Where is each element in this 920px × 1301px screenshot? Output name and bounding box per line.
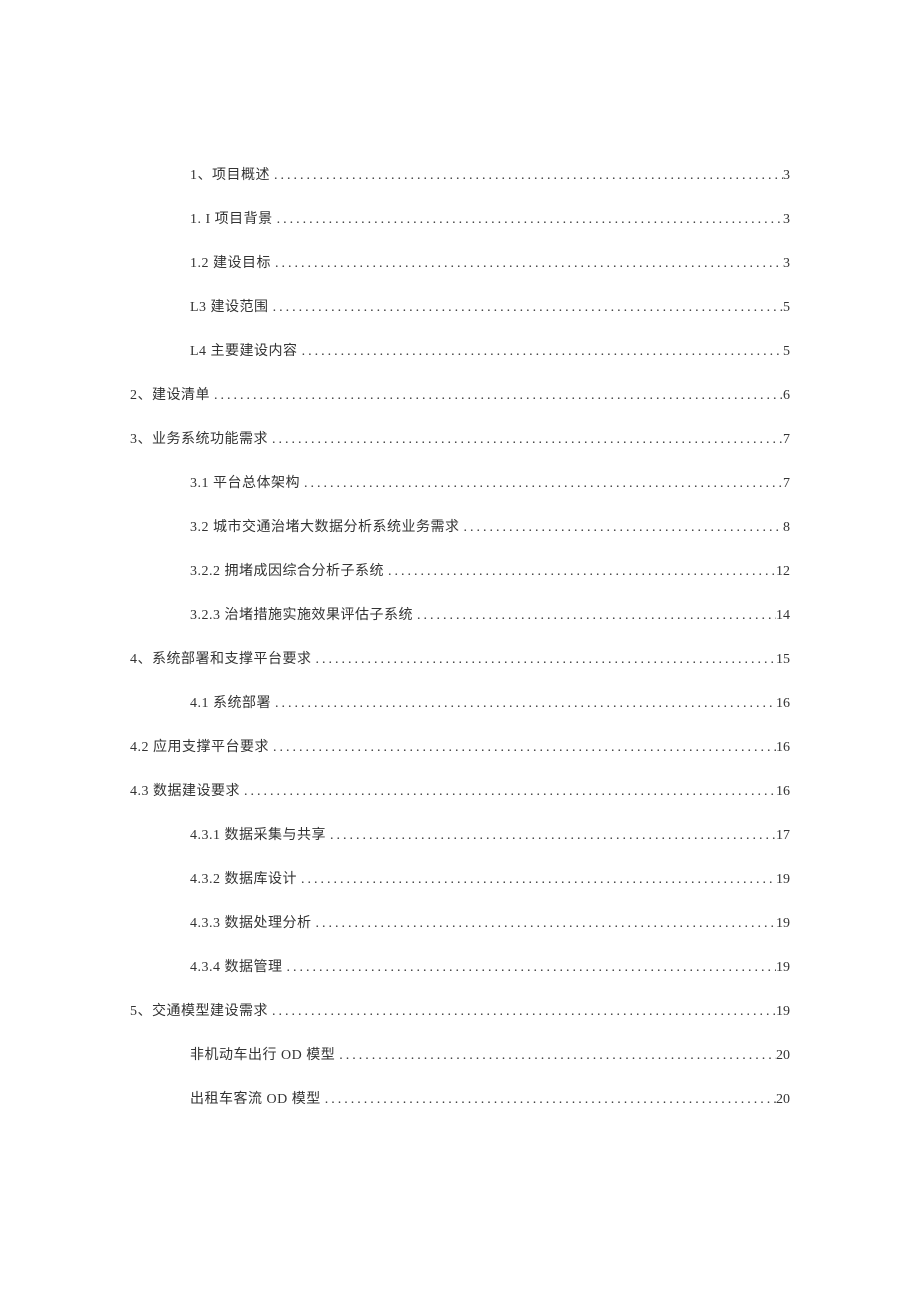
toc-entry: 1.2 建设目标 3	[130, 253, 790, 274]
table-of-contents: 1、项目概述31. I 项目背景31.2 建设目标3L3 建设范围5L4 主要建…	[130, 165, 790, 1110]
toc-leader-dots	[297, 869, 776, 890]
toc-entry-title: 2、建设清单	[130, 385, 210, 406]
toc-entry-title: 3、业务系统功能需求	[130, 429, 268, 450]
toc-entry-title: 3.2.3 治堵措施实施效果评估子系统	[190, 605, 413, 626]
toc-entry-page: 16	[776, 693, 790, 714]
toc-entry-page: 7	[783, 429, 790, 450]
toc-entry-title: 1. I 项目背景	[190, 209, 273, 230]
toc-entry-title: 3.2 城市交通治堵大数据分析系统业务需求	[190, 517, 460, 538]
toc-entry-title: 3.2.2 拥堵成因综合分析子系统	[190, 561, 384, 582]
toc-entry-page: 3	[783, 253, 790, 274]
toc-entry-page: 20	[776, 1045, 790, 1066]
toc-entry-page: 17	[776, 825, 790, 846]
toc-entry-page: 5	[783, 297, 790, 318]
toc-entry-page: 14	[776, 605, 790, 626]
toc-leader-dots	[384, 561, 776, 582]
toc-leader-dots	[326, 825, 776, 846]
toc-entry-page: 7	[783, 473, 790, 494]
toc-leader-dots	[335, 1045, 776, 1066]
toc-entry: 非机动车出行 OD 模型 20	[130, 1045, 790, 1066]
toc-leader-dots	[268, 1001, 776, 1022]
toc-leader-dots	[298, 341, 783, 362]
toc-entry-title: 5、交通模型建设需求	[130, 1001, 268, 1022]
toc-entry: 4.1 系统部署 16	[130, 693, 790, 714]
toc-leader-dots	[300, 473, 783, 494]
toc-leader-dots	[321, 1089, 776, 1110]
toc-entry-title: 4.3.2 数据库设计	[190, 869, 297, 890]
toc-entry-page: 3	[783, 165, 790, 186]
toc-entry: 3、业务系统功能需求 7	[130, 429, 790, 450]
toc-entry: 4.2 应用支撑平台要求 16	[130, 737, 790, 758]
toc-entry-page: 19	[776, 913, 790, 934]
toc-entry: 4.3 数据建设要求 16	[130, 781, 790, 802]
toc-entry: 2、建设清单 6	[130, 385, 790, 406]
toc-entry: 3.1 平台总体架构 7	[130, 473, 790, 494]
toc-entry: 3.2.2 拥堵成因综合分析子系统 12	[130, 561, 790, 582]
toc-leader-dots	[413, 605, 776, 626]
toc-entry-title: 4.3.1 数据采集与共享	[190, 825, 326, 846]
toc-leader-dots	[312, 649, 777, 670]
toc-leader-dots	[269, 297, 783, 318]
toc-entry-title: 出租车客流 OD 模型	[190, 1089, 321, 1110]
toc-entry-page: 20	[776, 1089, 790, 1110]
toc-leader-dots	[273, 209, 783, 230]
toc-entry-page: 12	[776, 561, 790, 582]
toc-entry-title: 1.2 建设目标	[190, 253, 271, 274]
toc-leader-dots	[210, 385, 783, 406]
toc-entry-page: 8	[783, 517, 790, 538]
toc-entry-page: 3	[783, 209, 790, 230]
toc-entry: 4.3.4 数据管理 19	[130, 957, 790, 978]
toc-leader-dots	[269, 737, 776, 758]
toc-entry-page: 19	[776, 869, 790, 890]
toc-leader-dots	[270, 165, 783, 186]
toc-leader-dots	[268, 429, 783, 450]
toc-entry-page: 19	[776, 957, 790, 978]
toc-entry: 1. I 项目背景 3	[130, 209, 790, 230]
toc-entry-title: 4.1 系统部署	[190, 693, 271, 714]
toc-entry: 1、项目概述 3	[130, 165, 790, 186]
toc-entry-title: 4.3.3 数据处理分析	[190, 913, 312, 934]
toc-entry: 出租车客流 OD 模型 20	[130, 1089, 790, 1110]
toc-entry-page: 19	[776, 1001, 790, 1022]
toc-leader-dots	[271, 253, 783, 274]
toc-entry: 4.3.3 数据处理分析 19	[130, 913, 790, 934]
toc-entry: 4.3.2 数据库设计 19	[130, 869, 790, 890]
toc-entry-title: 4.3 数据建设要求	[130, 781, 240, 802]
toc-entry-page: 6	[783, 385, 790, 406]
toc-entry: 5、交通模型建设需求 19	[130, 1001, 790, 1022]
toc-leader-dots	[283, 957, 777, 978]
toc-entry-title: 3.1 平台总体架构	[190, 473, 300, 494]
toc-entry-title: 1、项目概述	[190, 165, 270, 186]
toc-entry: 3.2.3 治堵措施实施效果评估子系统 14	[130, 605, 790, 626]
toc-entry: L3 建设范围 5	[130, 297, 790, 318]
toc-entry-title: L3 建设范围	[190, 297, 269, 318]
toc-entry-title: L4 主要建设内容	[190, 341, 298, 362]
toc-entry-page: 5	[783, 341, 790, 362]
toc-entry-title: 4、系统部署和支撑平台要求	[130, 649, 312, 670]
toc-entry-title: 4.3.4 数据管理	[190, 957, 283, 978]
toc-entry-page: 16	[776, 737, 790, 758]
toc-entry-title: 非机动车出行 OD 模型	[190, 1045, 335, 1066]
toc-entry: L4 主要建设内容 5	[130, 341, 790, 362]
toc-entry-page: 15	[776, 649, 790, 670]
toc-leader-dots	[312, 913, 777, 934]
toc-entry: 4、系统部署和支撑平台要求 15	[130, 649, 790, 670]
toc-entry: 3.2 城市交通治堵大数据分析系统业务需求 8	[130, 517, 790, 538]
toc-leader-dots	[460, 517, 784, 538]
toc-leader-dots	[240, 781, 776, 802]
toc-entry-page: 16	[776, 781, 790, 802]
toc-leader-dots	[271, 693, 776, 714]
toc-entry-title: 4.2 应用支撑平台要求	[130, 737, 269, 758]
toc-entry: 4.3.1 数据采集与共享 17	[130, 825, 790, 846]
